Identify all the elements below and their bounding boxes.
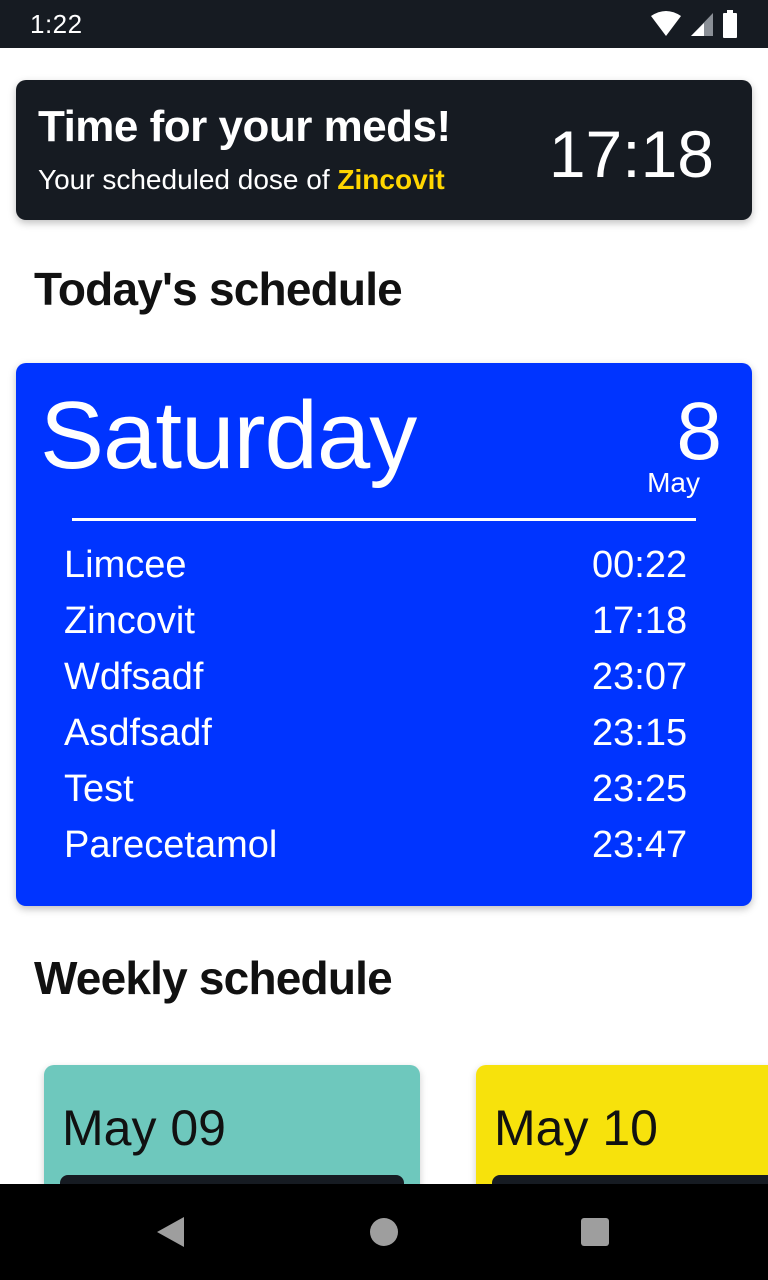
dose-name: Wdfsadf [64, 655, 204, 698]
dose-name: Limcee [64, 543, 187, 586]
dose-row[interactable]: Parecetamol 23:47 [64, 817, 704, 873]
dose-time: 23:15 [592, 711, 688, 754]
cell-signal-icon [691, 13, 713, 36]
recents-button[interactable] [547, 1184, 643, 1280]
status-time: 1:22 [30, 8, 83, 39]
dose-row[interactable]: Test 23:25 [64, 761, 704, 817]
reminder-time: 17:18 [548, 117, 714, 191]
dose-row[interactable]: Zincovit 17:18 [64, 593, 704, 649]
day-number: 8 [676, 386, 722, 477]
weekly-day-date: May 09 [62, 1100, 226, 1156]
day-month: May [647, 467, 700, 498]
recents-icon [581, 1218, 609, 1246]
weekly-day-date: May 10 [494, 1100, 658, 1156]
back-button[interactable] [122, 1184, 218, 1280]
today-schedule-card[interactable]: Saturday 8 May Limcee 00:22 Zincovit 17:… [16, 363, 752, 906]
battery-icon [723, 10, 737, 38]
dose-row[interactable]: Limcee 00:22 [64, 537, 704, 593]
status-bar: 1:22 [0, 0, 768, 48]
home-button[interactable] [336, 1184, 432, 1280]
reminder-medicine-name: Zincovit [337, 164, 445, 195]
weekly-section-title: Weekly schedule [34, 952, 393, 1004]
dose-time: 23:47 [592, 823, 688, 866]
today-section-title: Today's schedule [34, 263, 403, 315]
dose-row[interactable]: Asdfsadf 23:15 [64, 705, 704, 761]
wifi-icon [651, 11, 681, 36]
dose-time: 23:25 [592, 767, 688, 810]
home-icon [370, 1218, 398, 1246]
med-reminder-card[interactable]: Time for your meds! Your scheduled dose … [16, 80, 752, 220]
dose-name: Zincovit [64, 599, 195, 642]
dose-time: 23:07 [592, 655, 688, 698]
reminder-subtitle: Your scheduled dose of Zincovit [38, 164, 445, 196]
screen: 1:22 Time for your meds! Your scheduled … [0, 0, 768, 1280]
dose-time: 00:22 [592, 543, 688, 586]
status-icons [650, 10, 738, 38]
dose-name: Parecetamol [64, 823, 278, 866]
day-name: Saturday [40, 382, 417, 489]
dose-time: 17:18 [592, 599, 688, 642]
divider [72, 518, 696, 521]
dose-list: Limcee 00:22 Zincovit 17:18 Wdfsadf 23:0… [64, 537, 704, 873]
dose-name: Asdfsadf [64, 711, 212, 754]
dose-row[interactable]: Wdfsadf 23:07 [64, 649, 704, 705]
reminder-subtitle-prefix: Your scheduled dose of [38, 164, 338, 195]
dose-name: Test [64, 767, 134, 810]
reminder-title: Time for your meds! [38, 102, 451, 151]
back-icon [157, 1217, 184, 1247]
navigation-bar [0, 1184, 768, 1280]
